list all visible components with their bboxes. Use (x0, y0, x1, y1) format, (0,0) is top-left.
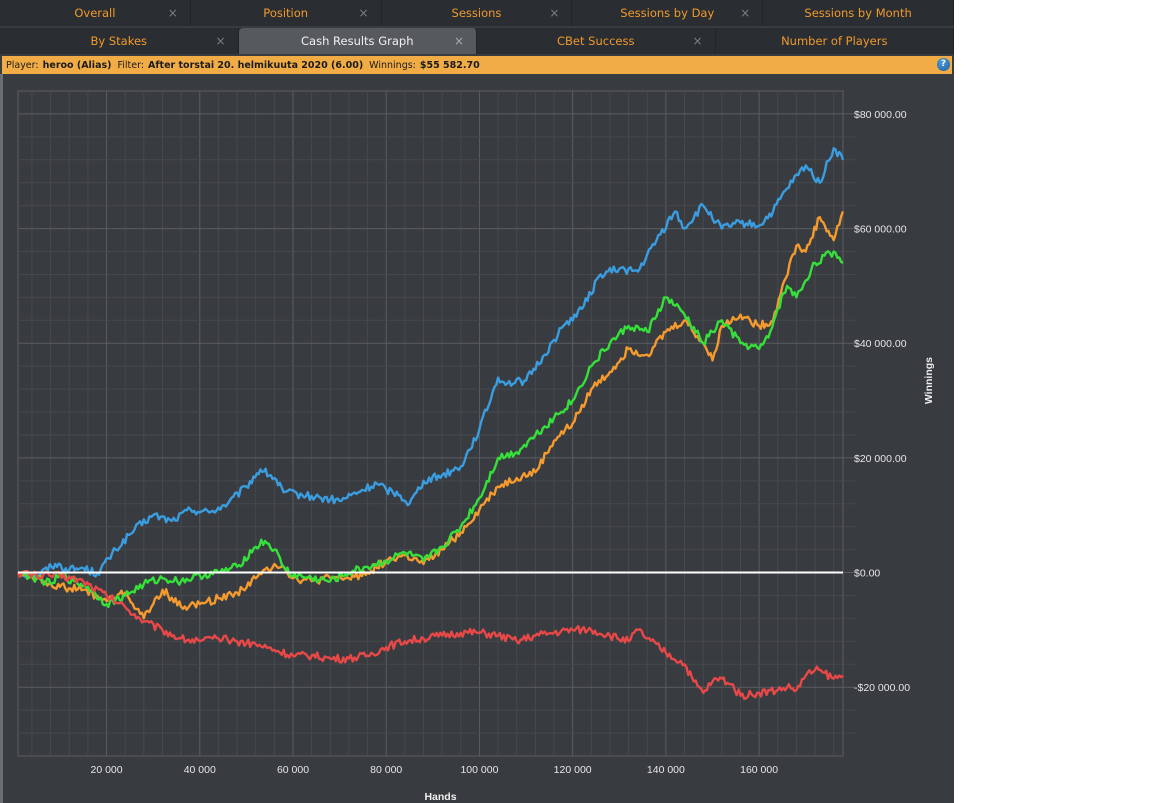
tab-cash-results-graph[interactable]: Cash Results Graph × (238, 28, 477, 54)
x-tick-label: 120 000 (554, 764, 592, 776)
player-value: heroo (Alias) (42, 59, 112, 71)
tab-cbet-success[interactable]: CBet Success × (477, 28, 716, 54)
filter-value: After torstai 20. helmikuuta 2020 (6.00) (148, 59, 364, 71)
y-tick-label: $80 000.00 (854, 109, 907, 121)
tab-by-stakes[interactable]: By Stakes × (0, 28, 239, 54)
tab-number-of-players[interactable]: Number of Players× (716, 28, 954, 54)
close-icon[interactable]: × (215, 34, 225, 48)
x-tick-label: 80 000 (370, 764, 402, 776)
close-icon[interactable]: × (740, 6, 750, 20)
tab-label: Sessions (451, 6, 502, 20)
tab-row-2: By Stakes × Cash Results Graph × CBet Succes… (0, 28, 954, 54)
help-icon[interactable]: ? (937, 58, 950, 71)
tab-label: Sessions by Day (620, 6, 715, 20)
tab-position[interactable]: Position × (191, 0, 382, 26)
tab-label: By Stakes (90, 34, 148, 48)
x-tick-label: 140 000 (647, 764, 685, 776)
x-tick-label: 100 000 (460, 764, 498, 776)
tab-row-1: Overall × Position × Sessions × Sessions by Da… (0, 0, 954, 26)
tab-sessions-by-month[interactable]: Sessions by Month× (763, 0, 954, 26)
app-window: Overall × Position × Sessions × Sessions by Da… (0, 0, 954, 803)
close-icon[interactable]: × (168, 6, 178, 20)
y-tick-label: $60 000.00 (854, 224, 907, 236)
plot-area (17, 90, 844, 757)
tab-label: CBet Success (557, 34, 635, 48)
tab-overall[interactable]: Overall × (0, 0, 191, 26)
close-icon[interactable]: × (549, 6, 559, 20)
cash-results-chart: 20 000 40 000 60 000 80 000 100 000 120 000 14… (16, 90, 935, 803)
info-bar: Player: heroo (Alias) Filter: After tors… (2, 56, 952, 74)
winnings-value: $55 582.70 (419, 59, 480, 71)
y-tick-label: $20 000.00 (854, 453, 907, 465)
y-tick-label: $40 000.00 (854, 338, 907, 350)
tab-label: Sessions by Month (804, 6, 912, 20)
y-tick-label: -$20 000.00 (854, 682, 910, 694)
x-tick-label: 60 000 (277, 764, 309, 776)
close-icon[interactable]: × (454, 34, 464, 48)
close-icon[interactable]: × (692, 34, 702, 48)
y-tick-label: $0.00 (854, 568, 880, 580)
tab-label: Number of Players (781, 34, 888, 48)
tab-label: Cash Results Graph (301, 34, 414, 48)
player-label: Player: (6, 59, 39, 71)
close-icon[interactable]: × (359, 6, 369, 20)
tab-label: Position (263, 6, 309, 20)
tab-sessions[interactable]: Sessions × (382, 0, 573, 26)
winnings-label: Winnings: (369, 59, 416, 71)
chart-grid (17, 90, 855, 757)
tab-sessions-by-day[interactable]: Sessions by Day × (572, 0, 764, 26)
x-tick-label: 20 000 (90, 764, 122, 776)
filter-label: Filter: (117, 59, 145, 71)
x-axis-title: Hands (424, 791, 456, 803)
tab-label: Overall (74, 6, 116, 20)
y-axis-title: Winnings (923, 357, 935, 404)
x-tick-label: 160 000 (740, 764, 778, 776)
x-tick-label: 40 000 (184, 764, 216, 776)
